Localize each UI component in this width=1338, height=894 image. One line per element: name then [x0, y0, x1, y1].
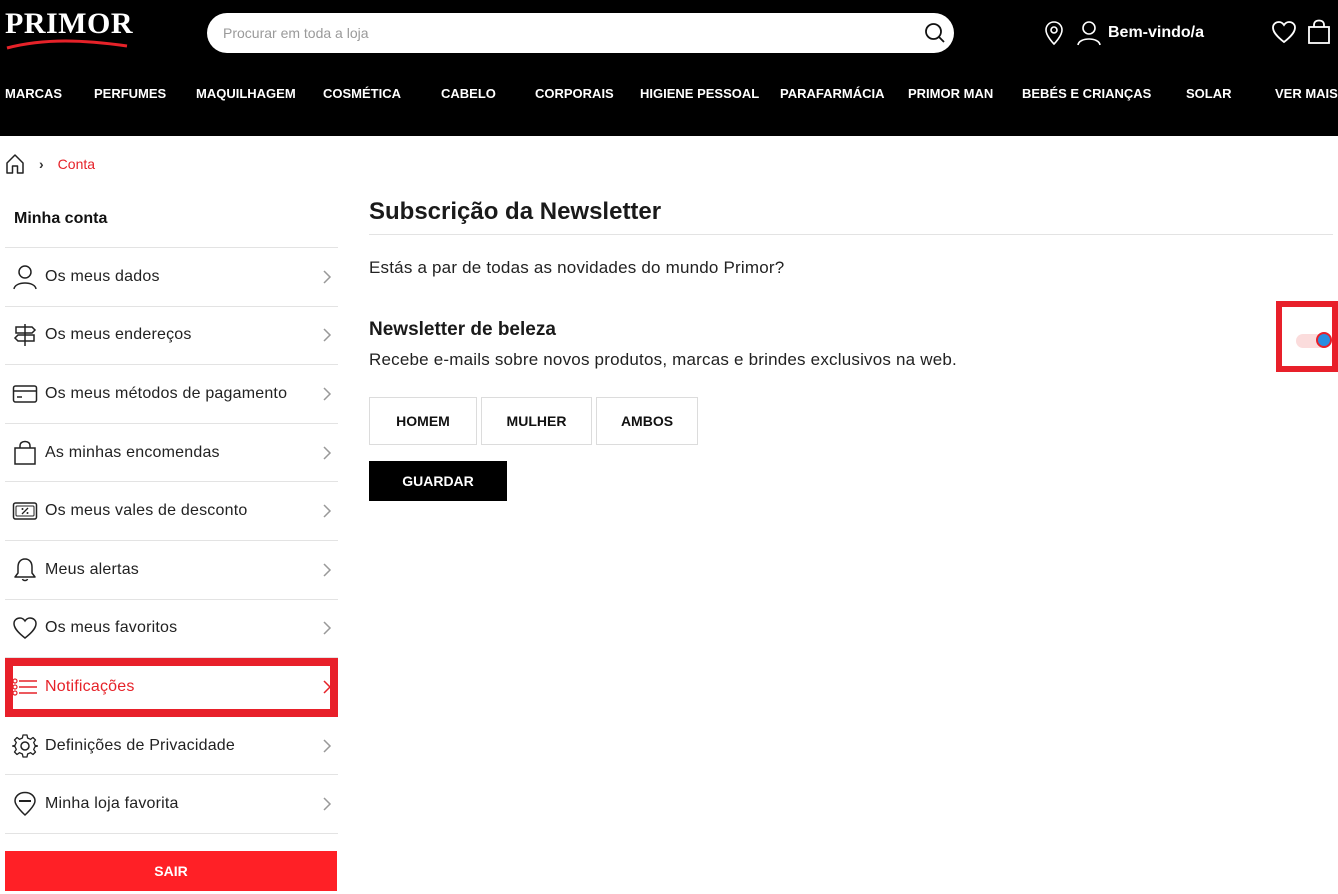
gender-option-homem[interactable]: HOMEM	[369, 397, 477, 445]
sidebar-item-label: Meus alertas	[45, 560, 139, 578]
newsletter-title: Newsletter de beleza	[369, 319, 556, 340]
voucher-icon	[5, 500, 45, 522]
sidebar-item-alerts[interactable]: Meus alertas	[5, 541, 338, 600]
account-link[interactable]: Bem-vindo/a	[1076, 19, 1204, 47]
chevron-right-icon	[323, 446, 332, 460]
breadcrumb-separator: ›	[39, 156, 44, 172]
sidebar-item-addresses[interactable]: Os meus endereços	[5, 307, 338, 366]
toggle-knob	[1316, 332, 1332, 348]
save-button[interactable]: GUARDAR	[369, 461, 507, 501]
chevron-right-icon	[323, 739, 332, 753]
main-nav: MARCAS PERFUMES MAQUILHAGEM COSMÉTICA CA…	[0, 86, 1338, 106]
user-greeting: Bem-vindo/a	[1108, 24, 1205, 41]
heart-icon	[5, 616, 45, 640]
nav-item-parafarmacia[interactable]: PARAFARMÁCIA	[780, 86, 884, 101]
search-icon[interactable]	[924, 22, 946, 44]
page-title: Subscrição da Newsletter	[369, 190, 1333, 235]
user-icon	[1077, 21, 1101, 46]
signpost-icon	[5, 322, 45, 348]
sidebar-item-privacy-settings[interactable]: Definições de Privacidade	[5, 717, 338, 776]
search-input[interactable]	[223, 13, 913, 53]
breadcrumb: › Conta	[5, 152, 95, 176]
sidebar-item-label: Os meus métodos de pagamento	[45, 384, 288, 402]
nav-item-bebes-criancas[interactable]: BEBÉS E CRIANÇAS	[1022, 86, 1151, 101]
chevron-right-icon	[323, 621, 332, 635]
logo-text: PRIMOR	[5, 7, 133, 40]
chevron-right-icon	[323, 387, 332, 401]
chevron-right-icon	[323, 328, 332, 342]
gender-options: HOMEM MULHER AMBOS	[369, 397, 698, 445]
nav-item-ver-mais[interactable]: VER MAIS	[1275, 86, 1338, 101]
primor-logo[interactable]: PRIMOR	[5, 7, 133, 56]
nav-item-corporais[interactable]: CORPORAIS	[535, 86, 614, 101]
chevron-right-icon	[323, 797, 332, 811]
gear-icon	[5, 733, 45, 759]
sidebar-item-payment-methods[interactable]: Os meus métodos de pagamento	[5, 365, 338, 424]
home-icon[interactable]	[5, 153, 25, 175]
sidebar-item-my-data[interactable]: Os meus dados	[5, 248, 338, 307]
store-pin-icon	[5, 791, 45, 817]
chevron-right-icon	[323, 504, 332, 518]
newsletter-toggle[interactable]	[1276, 301, 1338, 372]
sidebar-item-favorites[interactable]: Os meus favoritos	[5, 600, 338, 659]
nav-item-solar[interactable]: SOLAR	[1186, 86, 1232, 101]
nav-item-perfumes[interactable]: PERFUMES	[94, 86, 166, 101]
sidebar-title: Minha conta	[5, 190, 338, 248]
nav-item-cabelo[interactable]: CABELO	[441, 86, 496, 101]
nav-item-maquilhagem[interactable]: MAQUILHAGEM	[196, 86, 296, 101]
newsletter-description: Recebe e-mails sobre novos produtos, mar…	[369, 350, 957, 369]
nav-item-higiene-pessoal[interactable]: HIGIENE PESSOAL	[640, 86, 759, 101]
nav-item-marcas[interactable]: MARCAS	[5, 86, 62, 101]
gender-option-mulher[interactable]: MULHER	[481, 397, 592, 445]
sidebar-item-notifications[interactable]: Notificações	[5, 658, 338, 717]
user-icon	[5, 264, 45, 290]
sidebar-item-vouchers[interactable]: Os meus vales de desconto	[5, 482, 338, 541]
search-bar	[207, 13, 954, 53]
sidebar-item-orders[interactable]: As minhas encomendas	[5, 424, 338, 483]
sidebar-item-label: Os meus vales de desconto	[45, 502, 248, 520]
sidebar-item-label: Os meus dados	[45, 267, 160, 285]
site-header: PRIMOR Bem-vindo/a MARCAS PERFUMES MAQUI…	[0, 0, 1338, 136]
nav-item-primor-man[interactable]: PRIMOR MAN	[908, 86, 993, 101]
logo-swoosh-icon	[6, 39, 128, 50]
bell-icon	[5, 557, 45, 583]
account-sidebar: Minha conta Os meus dados Os meus endere…	[5, 190, 338, 834]
sidebar-item-label: Os meus favoritos	[45, 619, 178, 637]
sidebar-item-label: As minhas encomendas	[45, 443, 220, 461]
sidebar-item-favorite-store[interactable]: Minha loja favorita	[5, 775, 338, 834]
cart-bag-icon[interactable]	[1307, 19, 1331, 45]
list-icon	[5, 677, 45, 697]
breadcrumb-current[interactable]: Conta	[58, 156, 95, 172]
newsletter-panel: Subscrição da Newsletter Estás a par de …	[369, 190, 1338, 501]
location-icon[interactable]	[1043, 20, 1065, 46]
sidebar-item-label: Os meus endereços	[45, 326, 192, 344]
sidebar-item-label: Definições de Privacidade	[45, 736, 235, 754]
sidebar-item-label: Notificações	[45, 678, 135, 696]
newsletter-intro: Estás a par de todas as novidades do mun…	[369, 258, 785, 277]
credit-card-icon	[5, 383, 45, 405]
gender-option-ambos[interactable]: AMBOS	[596, 397, 698, 445]
wishlist-heart-icon[interactable]	[1271, 20, 1297, 44]
logout-button[interactable]: SAIR	[5, 851, 337, 891]
chevron-right-icon	[323, 563, 332, 577]
nav-item-cosmetica[interactable]: COSMÉTICA	[323, 86, 401, 101]
shopping-bag-icon	[5, 440, 45, 466]
chevron-right-icon	[323, 680, 332, 694]
chevron-right-icon	[323, 270, 332, 284]
sidebar-item-label: Minha loja favorita	[45, 795, 179, 813]
